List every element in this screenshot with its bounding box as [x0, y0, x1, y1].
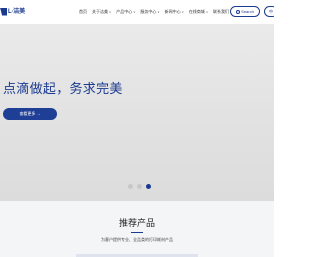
section-title: 推荐产品 [118, 218, 155, 228]
chevron-down-icon: ∨ [133, 10, 136, 14]
view-more-button[interactable]: 查看更多 → [3, 108, 57, 120]
nav-item-label: 首页 [79, 9, 87, 14]
nav-item-label: 服务中心 [140, 9, 157, 14]
page: L·洁美 首页 关于洁美 ∨ 产品中心 ∨ 服务中心 ∨ 新闻中心 ∨ 在线商城… [0, 0, 274, 257]
hero-title: 点滴做起，务求完美 [3, 81, 123, 96]
logo-text: L·洁美 [8, 8, 25, 15]
logo-mark-icon [0, 7, 7, 16]
chevron-down-icon: ∨ [181, 10, 184, 14]
chevron-down-icon: ∨ [205, 10, 209, 14]
nav-item-label: 关于洁美 [92, 9, 108, 14]
section-divider [131, 232, 143, 233]
nav-item-home[interactable]: 首页 [79, 9, 87, 15]
search-button[interactable]: Search [230, 6, 260, 17]
carousel-dots [128, 184, 155, 189]
language-button-label: 中 [269, 8, 273, 14]
nav-item-label: 在线商城 [188, 9, 205, 14]
nav-item-news[interactable]: 新闻中心 ∨ [165, 9, 184, 15]
nav-item-label: 联系我们 [213, 9, 230, 14]
language-button[interactable]: 中 [264, 6, 274, 17]
logo[interactable]: L·洁美 [0, 6, 25, 17]
carousel-dot-3[interactable] [146, 184, 151, 189]
nav-item-label: 新闻中心 [164, 9, 181, 14]
nav-item-shop[interactable]: 在线商城 ∨ [189, 9, 208, 15]
section-subtitle: 为客户提供专业、全品类的打印耗材产品 [101, 237, 173, 242]
nav-item-about[interactable]: 关于洁美 ∨ [92, 9, 111, 15]
site-header: L·洁美 首页 关于洁美 ∨ 产品中心 ∨ 服务中心 ∨ 新闻中心 ∨ 在线商城… [0, 0, 274, 24]
nav-item-service[interactable]: 服务中心 ∨ [140, 9, 159, 15]
search-icon [236, 9, 241, 14]
carousel-dot-1[interactable] [128, 184, 133, 189]
nav-item-products[interactable]: 产品中心 ∨ [116, 9, 135, 15]
recommended-products-section: 推荐产品 为客户提供专业、全品类的打印耗材产品 [0, 201, 274, 257]
chevron-down-icon: ∨ [157, 10, 160, 14]
hero-banner: 点滴做起，务求完美 查看更多 → [0, 24, 274, 201]
chevron-down-icon: ∨ [109, 10, 112, 14]
carousel-dot-2[interactable] [137, 184, 142, 189]
nav-item-label: 产品中心 [116, 9, 133, 14]
search-button-label: Search [241, 9, 254, 14]
main-nav: 首页 关于洁美 ∨ 产品中心 ∨ 服务中心 ∨ 新闻中心 ∨ 在线商城 ∨ 联系… [79, 9, 237, 15]
